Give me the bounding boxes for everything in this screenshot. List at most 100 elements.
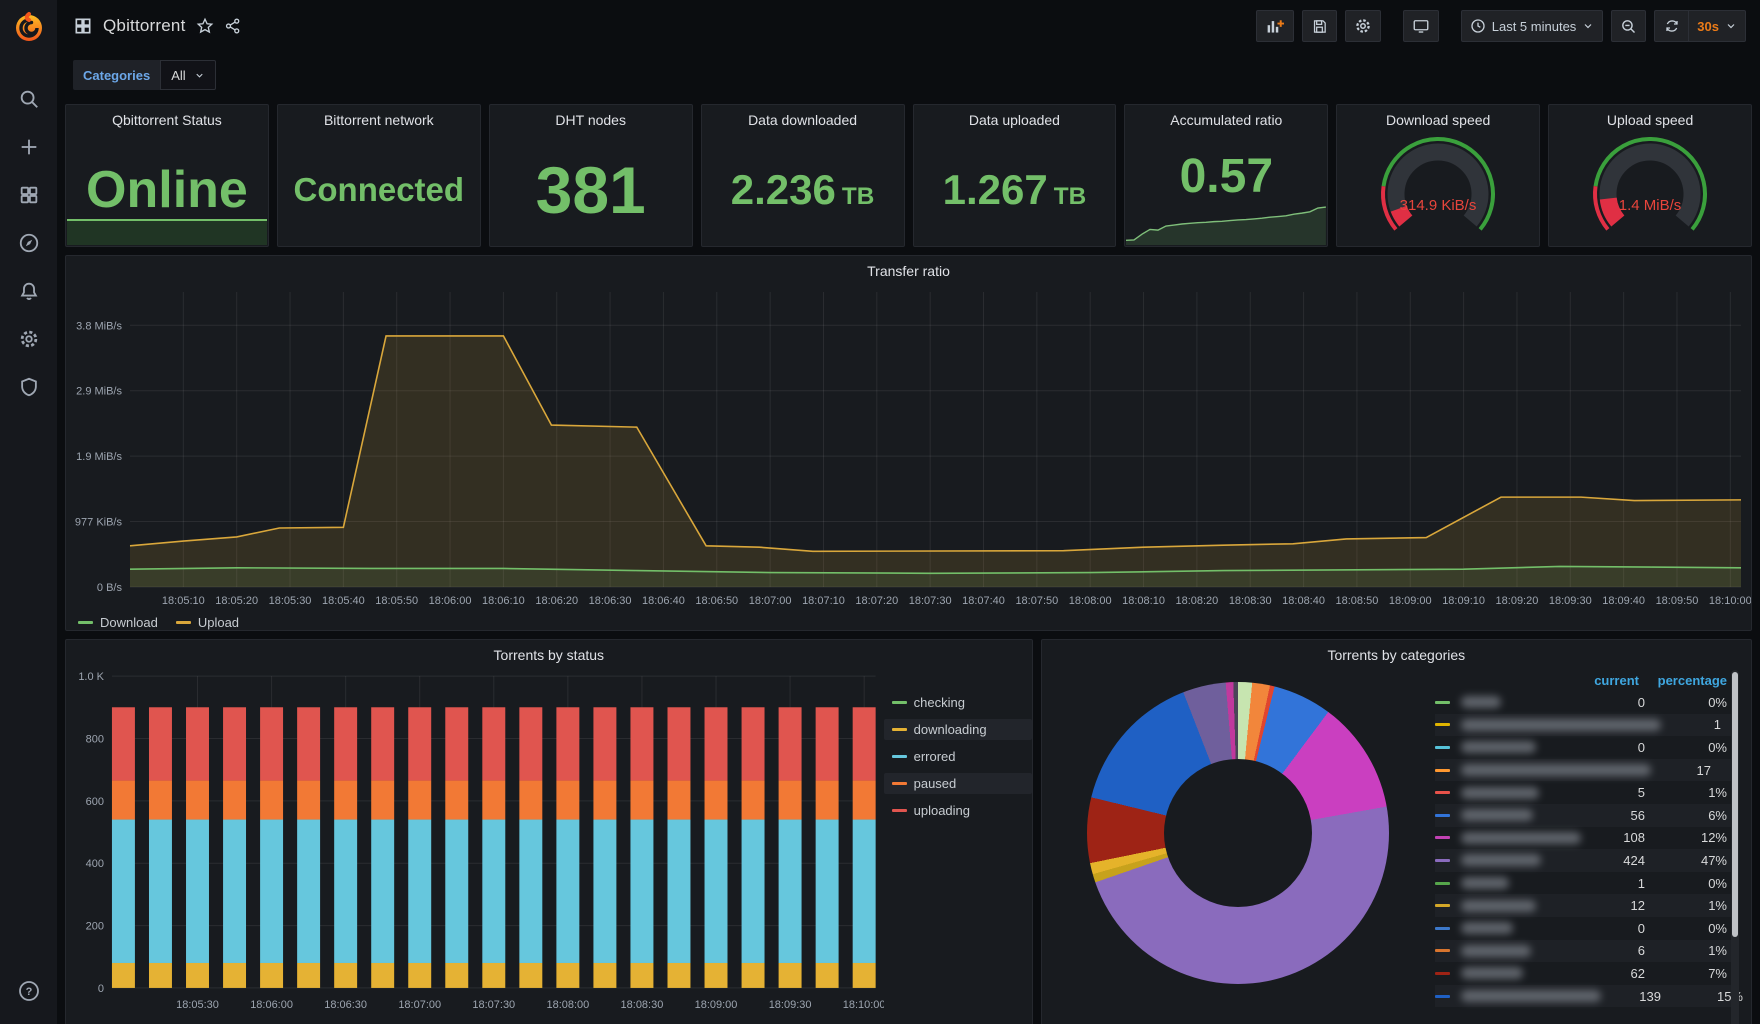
table-row[interactable]: 0 0% — [1435, 736, 1737, 759]
categories-donut-chart[interactable] — [1087, 682, 1390, 984]
table-row[interactable]: 10% — [1435, 713, 1737, 737]
bell-icon — [20, 282, 37, 300]
table-row[interactable]: 0 0% — [1435, 691, 1737, 714]
panel-title[interactable]: Transfer ratio — [66, 256, 1751, 282]
table-row[interactable]: 139 15% — [1435, 984, 1743, 1008]
column-header-current[interactable]: current — [1575, 673, 1639, 688]
stacked-bar-segment — [852, 780, 876, 820]
sidebar-item-help[interactable]: ? — [7, 972, 51, 1010]
refresh-button[interactable] — [1654, 10, 1689, 42]
svg-text:0: 0 — [98, 983, 104, 995]
table-row[interactable]: 5 1% — [1435, 781, 1737, 804]
panel-title[interactable]: Bittorrent network — [278, 105, 480, 131]
save-dashboard-button[interactable] — [1301, 10, 1337, 42]
panel-title[interactable]: Qbittorrent Status — [66, 105, 268, 131]
sidebar-item-configuration[interactable] — [7, 320, 51, 358]
panel-title[interactable]: Torrents by status — [66, 640, 1032, 666]
category-swatch — [1435, 768, 1450, 772]
plus-icon — [21, 139, 36, 155]
dashboard-squares-icon[interactable] — [73, 16, 93, 36]
table-row[interactable]: 424 47% — [1435, 849, 1737, 872]
table-row[interactable]: 108 12% — [1435, 827, 1737, 850]
legend-item-upload[interactable]: Upload — [175, 615, 239, 630]
panel-title[interactable]: Upload speed — [1549, 105, 1751, 131]
stacked-bar-segment — [445, 962, 469, 988]
refresh-interval-picker[interactable]: 30s — [1688, 10, 1746, 42]
category-swatch — [1435, 723, 1450, 727]
search-icon — [20, 90, 38, 108]
table-row[interactable]: 6 1% — [1435, 939, 1737, 963]
star-icon[interactable] — [196, 17, 214, 35]
categories-table: current percentage 00%10%00%172%51%566%1… — [1435, 670, 1743, 1024]
status-value: Online — [86, 160, 248, 219]
legend-item-errored[interactable]: errored — [884, 746, 1032, 767]
stacked-bar-segment — [519, 962, 543, 988]
legend-item-paused[interactable]: paused — [883, 773, 1032, 794]
legend-item-download[interactable]: Download — [78, 615, 158, 630]
stacked-bar-segment — [741, 707, 765, 781]
dashboards-grid-icon — [20, 186, 37, 204]
panel-title[interactable]: DHT nodes — [490, 105, 692, 131]
panel-title[interactable]: Torrents by categories — [1042, 640, 1751, 666]
table-row[interactable]: 10% — [1435, 872, 1737, 895]
stacked-bar-segment — [148, 707, 172, 781]
table-row[interactable]: 56 6% — [1435, 803, 1737, 827]
legend-item-checking[interactable]: checking — [884, 692, 1032, 713]
time-range-picker[interactable]: Last 5 minutes — [1460, 10, 1604, 42]
stacked-bar-segment — [630, 962, 654, 988]
svg-text:400: 400 — [86, 858, 104, 870]
transfer-ratio-chart[interactable]: 18:05:10 18:05:20 18:05:30 18:05:40 18:05:50… — [66, 282, 1751, 613]
current-value: 12 — [1630, 898, 1645, 914]
legend-item-uploading[interactable]: uploading — [884, 800, 1032, 821]
panel-data-uploaded: Data uploaded 1.267 TB — [912, 104, 1117, 247]
tv-icon — [1413, 20, 1429, 33]
sidebar-item-search[interactable] — [7, 80, 51, 118]
data-downloaded-value: 2.236 TB — [730, 165, 875, 213]
clock-icon — [1471, 19, 1485, 33]
category-label-redacted — [1461, 899, 1536, 912]
variable-label-categories[interactable]: Categories — [73, 60, 161, 90]
categories-table-header: current percentage — [1435, 670, 1737, 691]
variables-submenu: Categories All — [57, 52, 1760, 90]
current-value: 62 — [1630, 965, 1645, 981]
svg-text:1.0 K: 1.0 K — [78, 671, 104, 683]
column-header-percentage[interactable]: percentage — [1643, 673, 1727, 688]
svg-text:18:06:00: 18:06:00 — [250, 999, 293, 1011]
dashboard-settings-button[interactable] — [1344, 10, 1381, 42]
sidebar-item-dashboards[interactable] — [7, 176, 51, 214]
torrents-by-status-chart[interactable]: 0 200 400 600 800 1.0 K 18:05:30 18:06:00 18:06:… — [66, 666, 884, 1024]
panel-title[interactable]: Accumulated ratio — [1125, 105, 1327, 131]
svg-text:18:07:50: 18:07:50 — [1015, 595, 1058, 607]
sidebar-item-alerting[interactable] — [7, 272, 51, 310]
stacked-bar-segment — [778, 962, 802, 988]
zoom-out-time-button[interactable] — [1611, 10, 1647, 42]
help-icon: ? — [18, 981, 39, 1001]
table-row[interactable]: 12 1% — [1435, 894, 1737, 917]
table-scrollbar[interactable] — [1731, 670, 1739, 1024]
panel-torrents-by-categories: Torrents by categories current percentag… — [1040, 639, 1752, 1024]
panel-accumulated-ratio: Accumulated ratio 0.57 — [1124, 104, 1329, 247]
grafana-logo[interactable] — [0, 0, 57, 54]
share-icon[interactable] — [224, 17, 242, 35]
svg-text:18:07:10: 18:07:10 — [802, 595, 845, 607]
save-icon — [1313, 19, 1326, 33]
sidebar-item-create[interactable] — [7, 128, 51, 166]
panel-title[interactable]: Data downloaded — [702, 105, 904, 131]
sidebar-item-explore[interactable] — [7, 224, 51, 262]
page-title[interactable]: Qbittorrent — [103, 16, 186, 36]
stacked-bar-segment — [111, 962, 135, 988]
legend-item-downloading[interactable]: downloading — [883, 719, 1032, 740]
table-row[interactable]: 62 7% — [1435, 962, 1737, 985]
panel-title[interactable]: Data uploaded — [914, 105, 1116, 131]
add-panel-button[interactable] — [1255, 10, 1294, 42]
panel-title[interactable]: Download speed — [1337, 105, 1539, 131]
sidebar-item-server-admin[interactable] — [7, 368, 51, 406]
svg-text:2.9 MiB/s: 2.9 MiB/s — [76, 386, 122, 398]
legend-label: Download — [100, 615, 158, 630]
table-row[interactable]: 0 0% — [1435, 917, 1737, 940]
cycle-view-button[interactable] — [1402, 10, 1439, 42]
variable-value-dropdown[interactable]: All — [160, 60, 216, 90]
table-row[interactable]: 172% — [1435, 758, 1737, 782]
scrollbar-thumb[interactable] — [1732, 672, 1738, 937]
donut-zone — [1042, 670, 1435, 1024]
